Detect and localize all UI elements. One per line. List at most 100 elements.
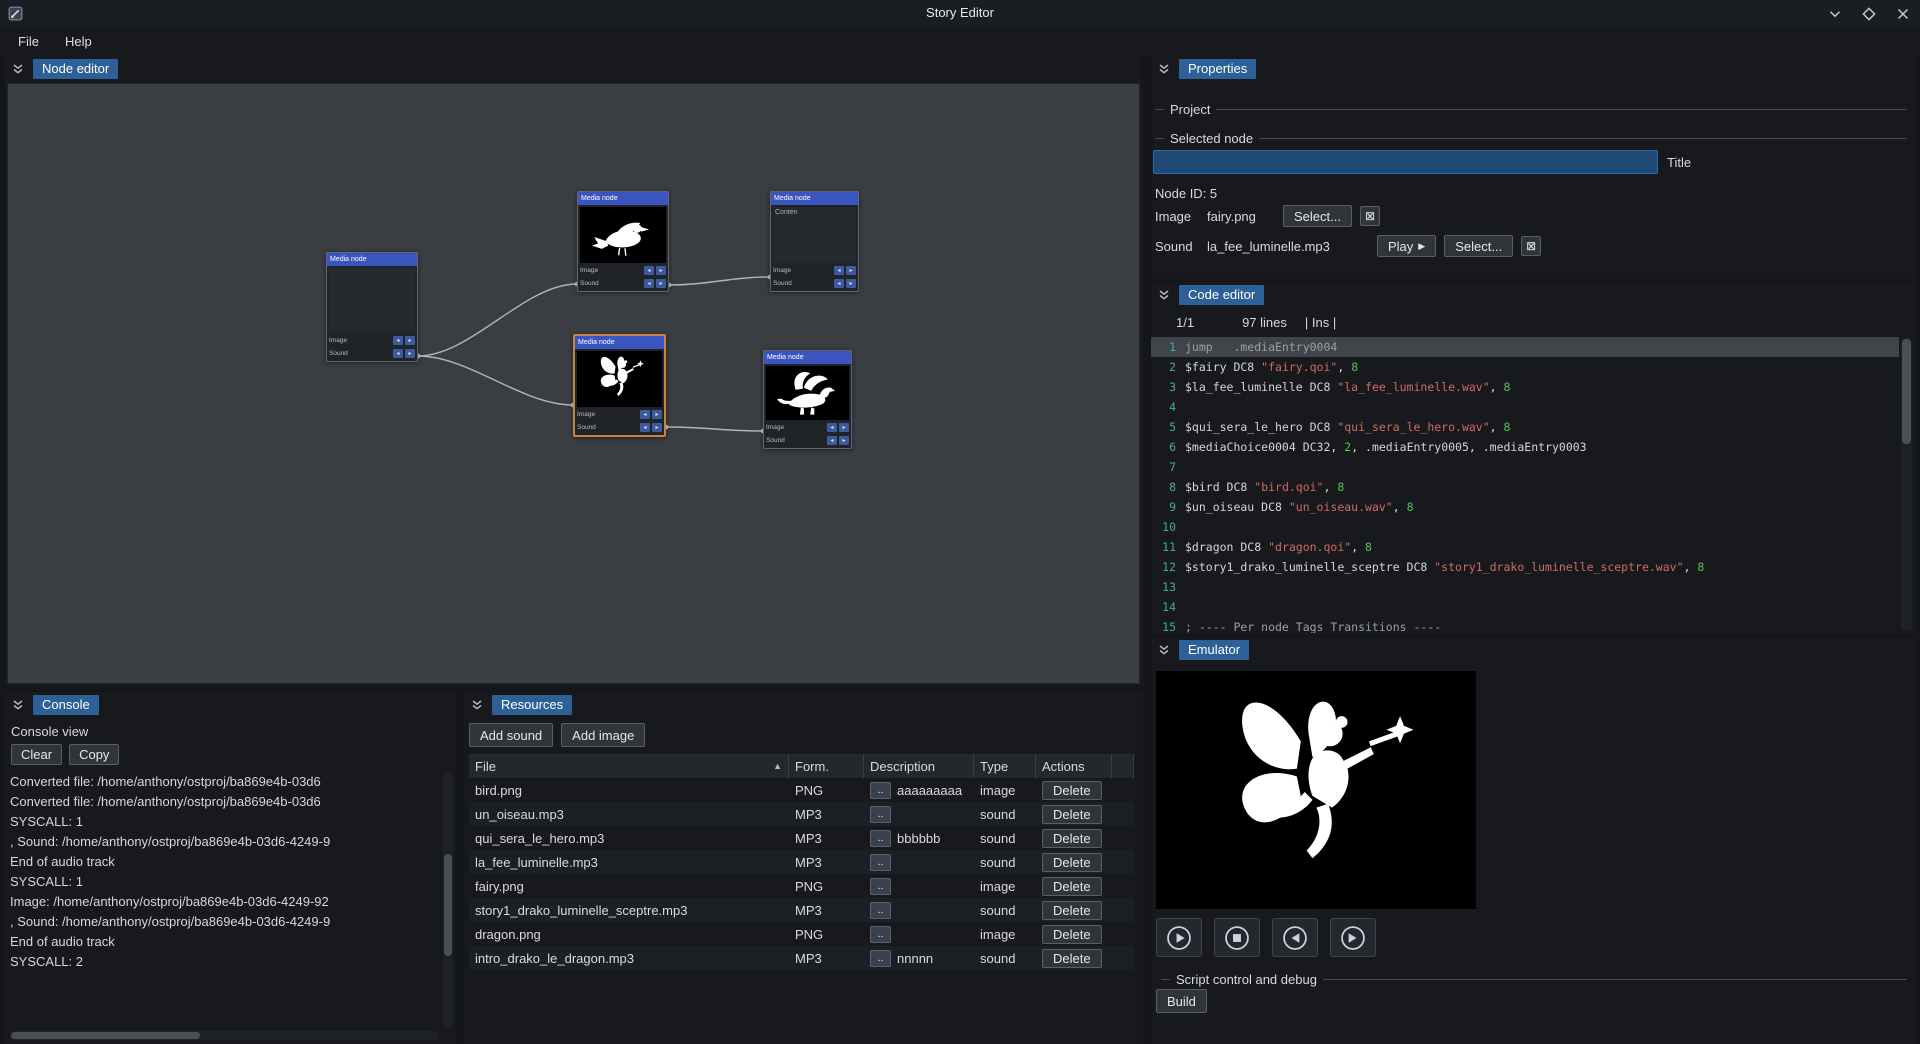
- delete-button[interactable]: Delete: [1042, 853, 1102, 872]
- node-prev-icon[interactable]: ◂: [644, 279, 654, 288]
- node-prev-icon[interactable]: ◂: [393, 336, 403, 345]
- maximize-button[interactable]: [1860, 5, 1878, 23]
- build-button[interactable]: Build: [1156, 989, 1207, 1013]
- node-prev-icon[interactable]: ◂: [640, 423, 650, 432]
- graph-node[interactable]: Media nodeImage◂▸Sound◂▸: [573, 334, 666, 437]
- clear-image-button[interactable]: ⊠: [1360, 206, 1380, 226]
- select-sound-button[interactable]: Select...: [1444, 235, 1513, 257]
- delete-button[interactable]: Delete: [1042, 925, 1102, 944]
- node-next-icon[interactable]: ▸: [846, 266, 856, 275]
- node-next-icon[interactable]: ▸: [405, 336, 415, 345]
- clear-button[interactable]: Clear: [11, 744, 62, 765]
- node-next-icon[interactable]: ▸: [652, 423, 662, 432]
- code-line[interactable]: 13: [1151, 577, 1899, 597]
- minimize-button[interactable]: [1826, 5, 1844, 23]
- table-row[interactable]: bird.pngPNG..aaaaaaaaaimageDelete: [469, 778, 1134, 802]
- table-row[interactable]: qui_sera_le_hero.mp3MP3..bbbbbbsoundDele…: [469, 826, 1134, 850]
- vertical-scrollbar-thumb[interactable]: [1902, 339, 1911, 444]
- edit-description-button[interactable]: ..: [870, 806, 891, 823]
- table-row[interactable]: la_fee_luminelle.mp3MP3..soundDelete: [469, 850, 1134, 874]
- node-next-icon[interactable]: ▸: [839, 436, 849, 445]
- edit-description-button[interactable]: ..: [870, 782, 891, 799]
- node-prev-icon[interactable]: ◂: [827, 436, 837, 445]
- collapse-panel-icon[interactable]: [1156, 642, 1172, 658]
- delete-button[interactable]: Delete: [1042, 949, 1102, 968]
- console-log[interactable]: Converted file: /home/anthony/ostproj/ba…: [10, 772, 439, 1027]
- add-image-button[interactable]: Add image: [561, 723, 645, 747]
- code-line[interactable]: 14: [1151, 597, 1899, 617]
- copy-button[interactable]: Copy: [69, 744, 119, 765]
- code-line[interactable]: 11$dragon DC8 "dragon.qoi", 8: [1151, 537, 1899, 557]
- delete-button[interactable]: Delete: [1042, 805, 1102, 824]
- delete-button[interactable]: Delete: [1042, 877, 1102, 896]
- menu-help[interactable]: Help: [55, 30, 102, 53]
- code-line[interactable]: 8$bird DC8 "bird.qoi", 8: [1151, 477, 1899, 497]
- node-prev-icon[interactable]: ◂: [644, 266, 654, 275]
- graph-node[interactable]: Media nodeImage◂▸Sound◂▸: [326, 252, 418, 362]
- vertical-scrollbar[interactable]: [1901, 337, 1912, 631]
- node-next-icon[interactable]: ▸: [405, 349, 415, 358]
- column-header-description[interactable]: Description: [864, 754, 974, 778]
- table-row[interactable]: dragon.pngPNG..imageDelete: [469, 922, 1134, 946]
- node-next-icon[interactable]: ▸: [846, 279, 856, 288]
- collapse-panel-icon[interactable]: [10, 697, 26, 713]
- collapse-panel-icon[interactable]: [10, 61, 26, 77]
- horizontal-scrollbar-thumb[interactable]: [11, 1032, 200, 1039]
- graph-node[interactable]: Media nodeImage◂▸Sound◂▸: [763, 350, 852, 449]
- table-row[interactable]: fairy.pngPNG..imageDelete: [469, 874, 1134, 898]
- graph-node[interactable]: Media nodeImage◂▸Sound◂▸: [577, 191, 669, 292]
- code-line[interactable]: 15; ---- Per node Tags Transitions ----: [1151, 617, 1899, 633]
- edit-description-button[interactable]: ..: [870, 926, 891, 943]
- node-prev-icon[interactable]: ◂: [640, 410, 650, 419]
- title-input[interactable]: [1153, 150, 1658, 174]
- menu-file[interactable]: File: [8, 30, 49, 53]
- edit-description-button[interactable]: ..: [870, 950, 891, 967]
- collapse-panel-icon[interactable]: [469, 697, 485, 713]
- play-button[interactable]: [1156, 918, 1202, 957]
- node-next-icon[interactable]: ▸: [652, 410, 662, 419]
- code-line[interactable]: 9$un_oiseau DC8 "un_oiseau.wav", 8: [1151, 497, 1899, 517]
- code-line[interactable]: 12$story1_drako_luminelle_sceptre DC8 "s…: [1151, 557, 1899, 577]
- horizontal-scrollbar[interactable]: [10, 1031, 439, 1040]
- code-line[interactable]: 3$la_fee_luminelle DC8 "la_fee_luminelle…: [1151, 377, 1899, 397]
- code-line[interactable]: 7: [1151, 457, 1899, 477]
- code-line[interactable]: 5$qui_sera_le_hero DC8 "qui_sera_le_hero…: [1151, 417, 1899, 437]
- node-prev-icon[interactable]: ◂: [834, 266, 844, 275]
- node-next-icon[interactable]: ▸: [656, 266, 666, 275]
- column-header-type[interactable]: Type: [974, 754, 1036, 778]
- node-prev-icon[interactable]: ◂: [393, 349, 403, 358]
- graph-node[interactable]: Media nodeContenImage◂▸Sound◂▸: [770, 191, 859, 292]
- edit-description-button[interactable]: ..: [870, 854, 891, 871]
- step-back-button[interactable]: [1272, 918, 1318, 957]
- node-next-icon[interactable]: ▸: [656, 279, 666, 288]
- column-header-file[interactable]: File ▲: [469, 754, 789, 778]
- edit-description-button[interactable]: ..: [870, 878, 891, 895]
- code-line[interactable]: 10: [1151, 517, 1899, 537]
- stop-button[interactable]: [1214, 918, 1260, 957]
- node-prev-icon[interactable]: ◂: [834, 279, 844, 288]
- clear-sound-button[interactable]: ⊠: [1521, 236, 1541, 256]
- close-button[interactable]: [1894, 5, 1912, 23]
- node-prev-icon[interactable]: ◂: [827, 423, 837, 432]
- code-line[interactable]: 1jump .mediaEntry0004: [1151, 337, 1899, 357]
- vertical-scrollbar[interactable]: [443, 772, 453, 1027]
- column-header-actions[interactable]: Actions: [1036, 754, 1112, 778]
- table-row[interactable]: un_oiseau.mp3MP3..soundDelete: [469, 802, 1134, 826]
- code-line[interactable]: 6$mediaChoice0004 DC32, 2, .mediaEntry00…: [1151, 437, 1899, 457]
- code-line[interactable]: 2$fairy DC8 "fairy.qoi", 8: [1151, 357, 1899, 377]
- code-line[interactable]: 4: [1151, 397, 1899, 417]
- step-forward-button[interactable]: [1330, 918, 1376, 957]
- select-image-button[interactable]: Select...: [1283, 205, 1352, 227]
- table-row[interactable]: story1_drako_luminelle_sceptre.mp3MP3..s…: [469, 898, 1134, 922]
- delete-button[interactable]: Delete: [1042, 829, 1102, 848]
- collapse-panel-icon[interactable]: [1156, 61, 1172, 77]
- table-row[interactable]: intro_drako_le_dragon.mp3MP3..nnnnnsound…: [469, 946, 1134, 970]
- play-sound-button[interactable]: Play ▶: [1377, 235, 1436, 257]
- delete-button[interactable]: Delete: [1042, 901, 1102, 920]
- collapse-panel-icon[interactable]: [1156, 287, 1172, 303]
- edit-description-button[interactable]: ..: [870, 902, 891, 919]
- vertical-scrollbar-thumb[interactable]: [444, 854, 452, 956]
- node-next-icon[interactable]: ▸: [839, 423, 849, 432]
- edit-description-button[interactable]: ..: [870, 830, 891, 847]
- delete-button[interactable]: Delete: [1042, 781, 1102, 800]
